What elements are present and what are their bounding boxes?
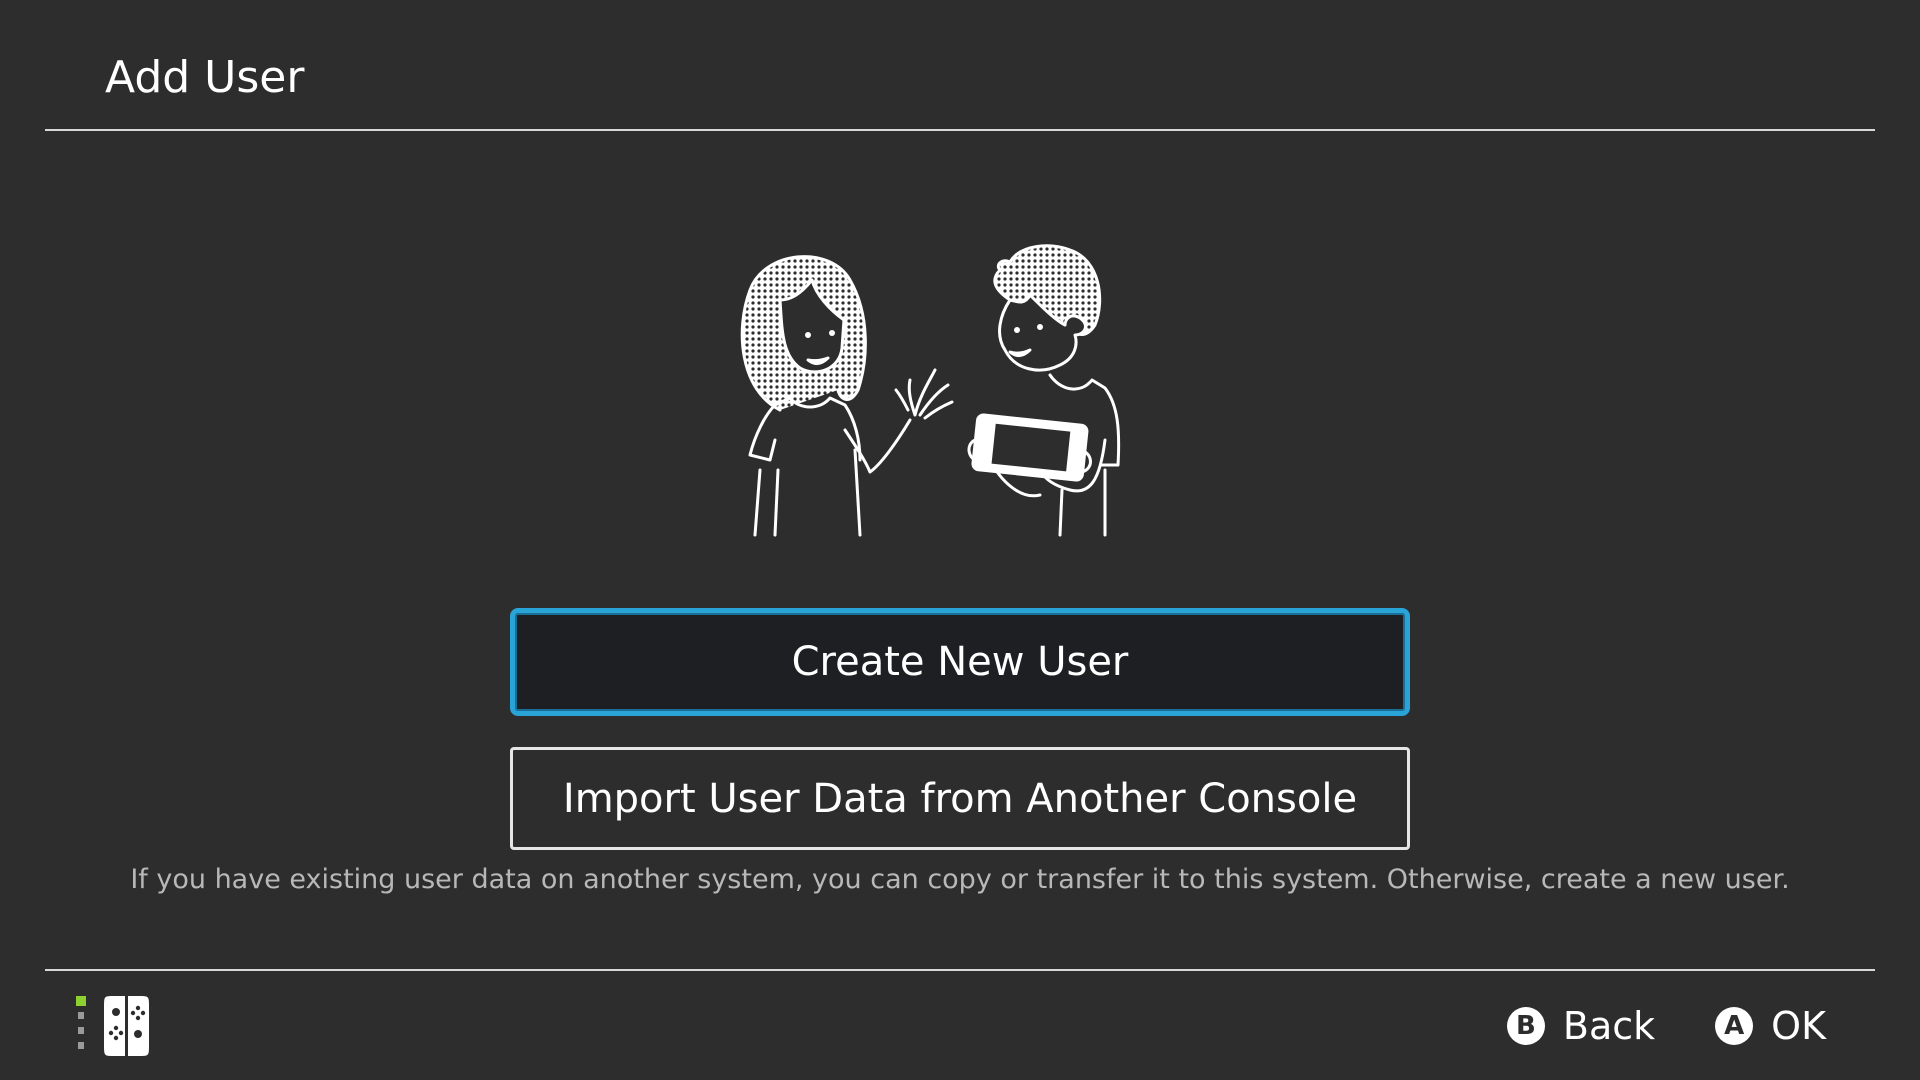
two-users-with-console-illustration bbox=[740, 244, 1121, 537]
header-divider bbox=[45, 129, 1875, 131]
ok-hint[interactable]: A OK bbox=[1715, 1004, 1826, 1048]
create-new-user-label: Create New User bbox=[791, 639, 1129, 685]
import-user-data-button[interactable]: Import User Data from Another Console bbox=[510, 747, 1410, 850]
import-description: If you have existing user data on anothe… bbox=[130, 864, 1790, 895]
page-title: Add User bbox=[105, 52, 305, 103]
footer-divider bbox=[45, 969, 1875, 971]
a-button-icon: A bbox=[1715, 1007, 1754, 1045]
ok-label: OK bbox=[1771, 1004, 1826, 1048]
import-user-data-label: Import User Data from Another Console bbox=[562, 775, 1358, 822]
back-hint[interactable]: B Back bbox=[1506, 1004, 1656, 1048]
joy-con-icon bbox=[76, 996, 149, 1056]
add-user-screen: Add User Create New User Import User Dat… bbox=[0, 0, 1920, 1080]
b-button-icon: B bbox=[1506, 1007, 1545, 1045]
create-new-user-button[interactable]: Create New User bbox=[510, 608, 1410, 716]
button-hints: B Back A OK bbox=[1506, 1000, 1826, 1052]
back-label: Back bbox=[1562, 1004, 1656, 1048]
